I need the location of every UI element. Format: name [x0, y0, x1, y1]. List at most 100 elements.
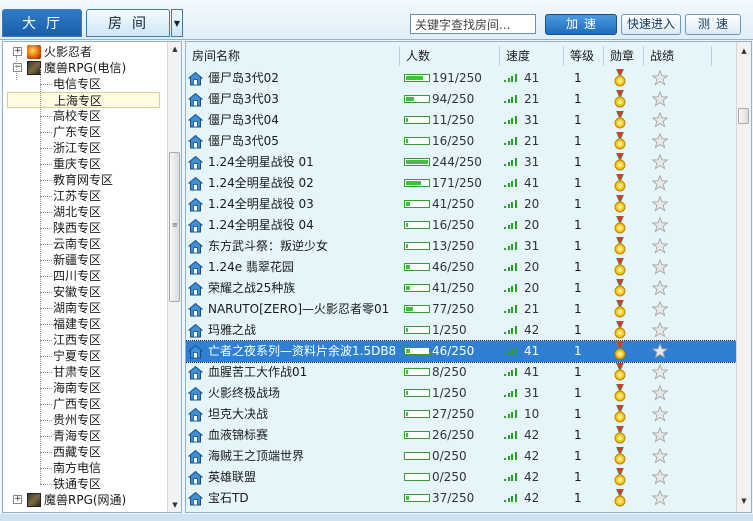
column-header-name[interactable]: 房间名称	[186, 46, 400, 66]
tree-node-region[interactable]: 广西专区	[53, 396, 101, 412]
signal-bar	[514, 241, 517, 250]
tree-node-region[interactable]: 贵州专区	[53, 412, 101, 428]
table-row[interactable]: 僵尸岛3代03 94/250 21 1	[186, 89, 736, 110]
table-row[interactable]: 宝石TD 37/250 42 1	[186, 488, 736, 509]
table-row[interactable]: NARUTO[ZERO]—火影忍者零01 77/250 21 1	[186, 299, 736, 320]
tree-node-region[interactable]: 江西专区	[53, 332, 101, 348]
room-list-scrollbar-thumb[interactable]	[738, 108, 749, 124]
room-list-scrollbar[interactable]: ▲ ▼	[736, 42, 751, 512]
star-icon[interactable]	[652, 215, 672, 236]
star-icon[interactable]	[652, 362, 672, 383]
table-row[interactable]: 1.24全明星战役 04 16/250 20 1	[186, 215, 736, 236]
tree-node-region[interactable]: 海南专区	[53, 380, 101, 396]
star-icon[interactable]	[652, 236, 672, 257]
star-icon[interactable]	[652, 68, 672, 89]
star-icon[interactable]	[652, 131, 672, 152]
scroll-down-icon[interactable]: ▼	[737, 494, 751, 508]
table-row[interactable]: 1.24全明星战役 01 244/250 31 1	[186, 152, 736, 173]
column-header-players[interactable]: 人数	[400, 46, 500, 66]
scroll-up-icon[interactable]: ▲	[168, 42, 181, 56]
star-icon[interactable]	[652, 425, 672, 446]
table-row[interactable]: 1.24全明星战役 03 41/250 20 1	[186, 194, 736, 215]
star-icon[interactable]	[652, 446, 672, 467]
tree-node-game[interactable]: −warcraft-icon魔兽RPG(电信)	[11, 60, 166, 76]
scroll-down-icon[interactable]: ▼	[168, 498, 181, 512]
tree-node-region[interactable]: 福建专区	[53, 316, 101, 332]
table-row[interactable]: 火影终极战场 1/250 31 1	[186, 383, 736, 404]
column-header-record[interactable]: 战绩	[644, 46, 712, 66]
tab-lobby[interactable]: 大厅	[2, 9, 82, 37]
tree-node-game[interactable]: + fire-game-icon火影忍者	[11, 44, 166, 60]
table-row[interactable]: 僵尸岛3代04 11/250 31 1	[186, 110, 736, 131]
star-icon[interactable]	[652, 320, 672, 341]
tree-node-region[interactable]: 青海专区	[53, 428, 101, 444]
room-search-input[interactable]	[410, 14, 536, 34]
tree-node-game[interactable]: + warcraft-icon魔兽RPG(网通)	[11, 492, 166, 508]
tree-node-region[interactable]: 宁夏专区	[53, 348, 101, 364]
tree-connector	[40, 164, 52, 165]
tree-node-region[interactable]: 上海专区	[7, 92, 160, 108]
table-row[interactable]: 僵尸岛3代02 191/250 41 1	[186, 68, 736, 89]
star-icon[interactable]	[652, 383, 672, 404]
column-header-speed[interactable]: 速度	[500, 46, 564, 66]
column-header-level[interactable]: 等级	[564, 46, 604, 66]
tree-node-region[interactable]: 南方电信	[53, 460, 101, 476]
tree-node-region[interactable]: 江苏专区	[53, 188, 101, 204]
tree-node-region[interactable]: 四川专区	[53, 268, 101, 284]
table-row[interactable]: 血腥苦工大作战01 8/250 41 1	[186, 362, 736, 383]
tab-room[interactable]: 房间	[86, 9, 170, 37]
table-row[interactable]: 坦克大决战 27/250 10 1	[186, 404, 736, 425]
expand-icon[interactable]: +	[13, 495, 22, 504]
star-icon[interactable]	[652, 194, 672, 215]
tree-node-region[interactable]: 重庆专区	[53, 156, 101, 172]
star-icon[interactable]	[652, 89, 672, 110]
star-icon[interactable]	[652, 341, 672, 362]
table-row[interactable]: 海贼王之顶端世界 0/250 42 1	[186, 446, 736, 467]
table-row[interactable]: 玛雅之战 1/250 42 1	[186, 320, 736, 341]
scroll-up-icon[interactable]: ▲	[737, 44, 751, 58]
tree-node-region[interactable]: 广东专区	[53, 124, 101, 140]
accelerate-button[interactable]: 加速	[545, 14, 617, 35]
tree-node-region[interactable]: 高校专区	[53, 108, 101, 124]
tree-node-region[interactable]: 陕西专区	[53, 220, 101, 236]
tree-scrollbar[interactable]: ▲ ≡ ▼	[167, 42, 181, 512]
star-icon[interactable]	[652, 467, 672, 488]
tree-node-region[interactable]: 西藏专区	[53, 444, 101, 460]
collapse-icon[interactable]: −	[13, 63, 22, 72]
star-icon[interactable]	[652, 110, 672, 131]
tree-node-region[interactable]: 安徽专区	[53, 284, 101, 300]
table-row[interactable]: 亡者之夜系列—资料片余波1.5DB8 46/250 41 1	[186, 340, 736, 363]
tree-node-region[interactable]: 湖南专区	[53, 300, 101, 316]
expand-icon[interactable]: +	[13, 47, 22, 56]
table-row[interactable]: 1.24全明星战役 02 171/250 41 1	[186, 173, 736, 194]
column-header-medal[interactable]: 勋章	[604, 46, 644, 66]
star-icon[interactable]	[652, 173, 672, 194]
signal-bar	[514, 136, 517, 145]
tree-node-region[interactable]: 浙江专区	[53, 140, 101, 156]
quick-join-button[interactable]: 快速进入	[621, 14, 681, 35]
tree-scrollbar-thumb[interactable]: ≡	[169, 152, 180, 302]
table-row[interactable]: 荣耀之战25种族 41/250 20 1	[186, 278, 736, 299]
star-icon[interactable]	[652, 257, 672, 278]
table-row[interactable]: 血液锦标赛 26/250 42 1	[186, 425, 736, 446]
tree-node-region[interactable]: 教育网专区	[53, 172, 113, 188]
signal-bar	[511, 180, 513, 187]
table-row[interactable]: 僵尸岛3代05 16/250 21 1	[186, 131, 736, 152]
tree-node-region[interactable]: 铁通专区	[53, 476, 101, 492]
tree-node-region[interactable]: 云南专区	[53, 236, 101, 252]
table-row[interactable]: 英雄联盟 0/250 42 1	[186, 467, 736, 488]
tree-node-region[interactable]: 电信专区	[53, 76, 101, 92]
star-icon[interactable]	[652, 488, 672, 509]
room-level: 1	[574, 449, 582, 463]
tree-node-region[interactable]: 甘肃专区	[53, 364, 101, 380]
table-row[interactable]: 1.24e 翡翠花园 46/250 20 1	[186, 257, 736, 278]
star-icon[interactable]	[652, 278, 672, 299]
tab-dropdown-button[interactable]: ▼	[171, 9, 183, 37]
tree-node-region[interactable]: 湖北专区	[53, 204, 101, 220]
speed-test-button[interactable]: 测速	[685, 14, 741, 35]
table-row[interactable]: 东方武斗祭：叛逆少女 13/250 31 1	[186, 236, 736, 257]
star-icon[interactable]	[652, 404, 672, 425]
tree-node-region[interactable]: 新疆专区	[53, 252, 101, 268]
star-icon[interactable]	[652, 299, 672, 320]
star-icon[interactable]	[652, 152, 672, 173]
